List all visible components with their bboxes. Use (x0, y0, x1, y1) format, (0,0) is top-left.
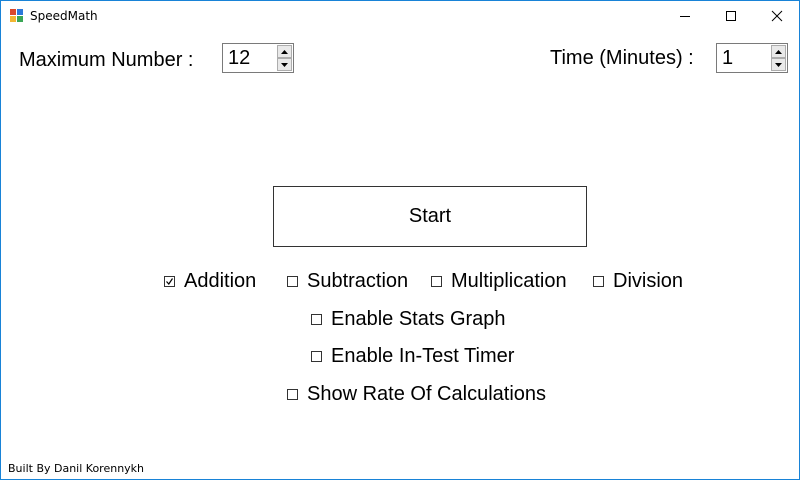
enable-stats-graph-checkbox[interactable]: Enable Stats Graph (311, 307, 506, 331)
checkbox-box[interactable] (311, 350, 322, 362)
max-number-spinner[interactable]: 12 (222, 43, 294, 73)
max-number-down-button[interactable] (277, 58, 292, 71)
maximize-button[interactable] (708, 1, 754, 31)
minimize-button[interactable] (662, 1, 708, 31)
footer-credit: Built By Danil Korennykh (8, 462, 145, 475)
check-icon (166, 277, 173, 285)
checkbox-label: Enable Stats Graph (331, 308, 506, 330)
arrow-down-icon (775, 62, 782, 67)
maximize-icon (726, 11, 736, 21)
time-up-button[interactable] (771, 45, 786, 58)
window-title: SpeedMath (30, 9, 98, 23)
app-icon (10, 9, 23, 22)
checkbox-label: Division (613, 270, 684, 292)
checkbox-label: Multiplication (451, 270, 567, 292)
checkbox-label: Subtraction (307, 270, 409, 292)
arrow-up-icon (281, 49, 288, 54)
checkbox-label: Show Rate Of Calculations (307, 383, 547, 405)
checkbox-box[interactable] (311, 313, 322, 325)
checkbox-box[interactable] (287, 275, 298, 287)
show-rate-checkbox[interactable]: Show Rate Of Calculations (287, 382, 546, 406)
minimize-icon (680, 16, 690, 17)
close-icon (771, 10, 783, 22)
enable-in-test-timer-checkbox[interactable]: Enable In-Test Timer (311, 344, 514, 368)
addition-checkbox[interactable]: Addition (164, 269, 256, 293)
time-spin-buttons (771, 45, 786, 71)
checkbox-box[interactable] (593, 275, 604, 287)
time-spinner[interactable]: 1 (716, 43, 788, 73)
checkbox-box[interactable] (164, 275, 175, 287)
max-number-up-button[interactable] (277, 45, 292, 58)
app-window: SpeedMath Maximum Number : 12 Time (Minu… (0, 0, 800, 480)
start-button[interactable]: Start (273, 186, 587, 247)
close-button[interactable] (754, 1, 800, 31)
max-number-label: Maximum Number : (19, 49, 194, 71)
checkbox-label: Addition (184, 270, 257, 292)
time-down-button[interactable] (771, 58, 786, 71)
checkbox-box[interactable] (287, 388, 298, 400)
max-number-spin-buttons (277, 45, 292, 71)
arrow-down-icon (281, 62, 288, 67)
time-value[interactable]: 1 (722, 46, 733, 70)
division-checkbox[interactable]: Division (593, 269, 683, 293)
max-number-value[interactable]: 12 (228, 46, 250, 70)
subtraction-checkbox[interactable]: Subtraction (287, 269, 408, 293)
multiplication-checkbox[interactable]: Multiplication (431, 269, 567, 293)
title-bar[interactable]: SpeedMath (1, 1, 799, 31)
checkbox-label: Enable In-Test Timer (331, 345, 515, 367)
checkbox-box[interactable] (431, 275, 442, 287)
time-label: Time (Minutes) : (550, 47, 694, 69)
arrow-up-icon (775, 49, 782, 54)
